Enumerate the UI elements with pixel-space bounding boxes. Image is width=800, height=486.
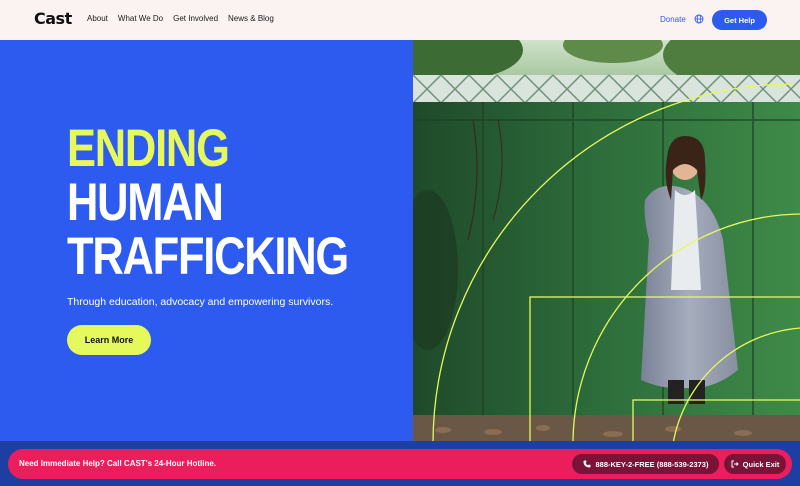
nav-what-we-do[interactable]: What We Do bbox=[118, 14, 163, 23]
main-nav: About What We Do Get Involved News & Blo… bbox=[87, 14, 284, 23]
nav-news-blog[interactable]: News & Blog bbox=[228, 14, 274, 23]
headline-line-3: TRAFFICKING bbox=[67, 227, 349, 286]
donate-link[interactable]: Donate bbox=[660, 15, 686, 24]
hotline-label: 888-KEY-2-FREE (888-539-2373) bbox=[595, 459, 709, 469]
hero-photo bbox=[413, 40, 800, 444]
phone-icon bbox=[583, 460, 590, 468]
banner-message: Need Immediate Help? Call CAST's 24-Hour… bbox=[19, 459, 217, 468]
nav-about[interactable]: About bbox=[87, 14, 108, 23]
hotline-button[interactable]: 888-KEY-2-FREE (888-539-2373) bbox=[572, 454, 719, 474]
site-header: Cast About What We Do Get Involved News … bbox=[0, 0, 800, 40]
get-help-button[interactable]: Get Help bbox=[712, 10, 767, 30]
headline-line-1: ENDING bbox=[67, 119, 230, 178]
hero-panel: ENDING HUMAN TRAFFICKING Through educati… bbox=[0, 40, 413, 444]
quick-exit-button[interactable]: Quick Exit bbox=[724, 454, 786, 474]
hero-subtitle: Through education, advocacy and empoweri… bbox=[67, 296, 334, 308]
quick-exit-label: Quick Exit bbox=[742, 459, 780, 469]
nav-get-involved[interactable]: Get Involved bbox=[173, 14, 218, 23]
exit-icon bbox=[731, 460, 739, 468]
hotline-banner: Need Immediate Help? Call CAST's 24-Hour… bbox=[8, 449, 792, 479]
cast-logo[interactable]: Cast bbox=[34, 9, 72, 28]
globe-icon[interactable] bbox=[694, 14, 704, 24]
headline-line-2: HUMAN bbox=[67, 173, 224, 232]
learn-more-button[interactable]: Learn More bbox=[67, 325, 151, 355]
hero-headline: ENDING HUMAN TRAFFICKING bbox=[67, 119, 349, 286]
